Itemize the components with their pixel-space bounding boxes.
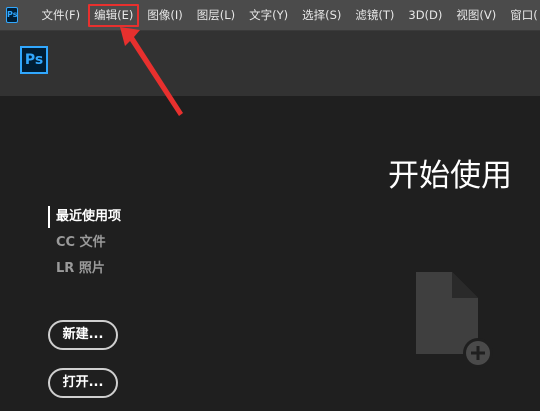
- nav-cc-files[interactable]: CC 文件: [48, 232, 121, 258]
- menu-items: 文件(F) 编辑(E) 图像(I) 图层(L) 文字(Y) 选择(S) 滤镜(T…: [34, 0, 540, 30]
- ps-logo-icon: Ps: [20, 46, 48, 74]
- menu-select[interactable]: 选择(S): [295, 0, 348, 30]
- open-button[interactable]: 打开...: [48, 368, 118, 398]
- nav-recent[interactable]: 最近使用项: [48, 206, 121, 228]
- menu-file[interactable]: 文件(F): [34, 0, 87, 30]
- menu-bar: Ps 文件(F) 编辑(E) 图像(I) 图层(L) 文字(Y) 选择(S) 滤…: [0, 0, 540, 31]
- nav-lr-photos[interactable]: LR 照片: [48, 258, 121, 284]
- menu-type[interactable]: 文字(Y): [242, 0, 295, 30]
- home-header-band: Ps: [0, 31, 540, 96]
- menu-filter[interactable]: 滤镜(T): [348, 0, 401, 30]
- new-document-icon: [416, 272, 493, 368]
- menu-window[interactable]: 窗口(: [503, 0, 540, 30]
- menu-layer[interactable]: 图层(L): [190, 0, 242, 30]
- menu-view[interactable]: 视图(V): [449, 0, 503, 30]
- menu-image[interactable]: 图像(I): [140, 0, 189, 30]
- menu-edit[interactable]: 编辑(E): [87, 0, 140, 30]
- menu-3d[interactable]: 3D(D): [401, 0, 449, 30]
- ps-mini-logo-icon: Ps: [6, 7, 19, 23]
- page-title: 开始使用: [388, 158, 512, 194]
- home-nav: 最近使用项 CC 文件 LR 照片: [48, 206, 121, 284]
- new-button[interactable]: 新建...: [48, 320, 118, 350]
